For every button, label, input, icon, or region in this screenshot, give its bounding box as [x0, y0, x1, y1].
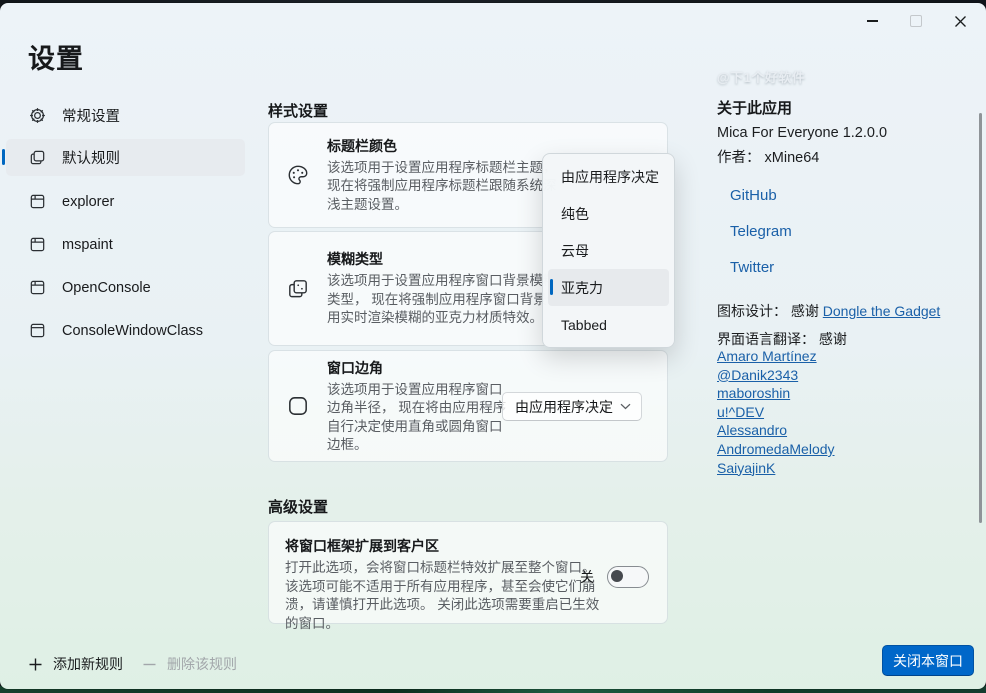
window-controls [850, 7, 982, 35]
minimize-button[interactable] [850, 7, 894, 35]
sidebar-item-label: 常规设置 [62, 105, 120, 126]
sidebar-item-general-settings[interactable]: 常规设置 [6, 97, 245, 134]
list-item: u!^DEV [717, 403, 835, 422]
close-window-label: 关闭本窗口 [893, 651, 963, 671]
extend-frame-toggle-group: 关 [580, 566, 649, 588]
card-title: 模糊类型 [327, 249, 564, 269]
selection-indicator [550, 279, 553, 295]
icon-design-prefix: 图标设计： 感谢 [717, 303, 823, 319]
card-description: 打开此选项，会将窗口标题栏特效扩展至整个窗口。该选项可能不适用于所有应用程序，甚… [285, 559, 607, 633]
dropdown-option-label: 云母 [561, 241, 589, 261]
plus-icon [28, 657, 43, 672]
list-item: Alessandro [717, 421, 835, 440]
close-window-button[interactable]: 关闭本窗口 [882, 645, 974, 676]
icon-design-credit: 图标设计： 感谢 Dongle the Gadget [717, 301, 940, 321]
app-window-icon [28, 192, 47, 211]
toggle-knob [611, 570, 623, 582]
github-link[interactable]: GitHub [730, 187, 777, 204]
maximize-icon [910, 15, 922, 27]
desktop-background: 设置 常规设置 默认规 [0, 0, 986, 693]
card-title: 将窗口框架扩展到客户区 [285, 536, 651, 556]
translators-list: Amaro Martínez @Danik2343 maboroshin u!^… [717, 347, 835, 477]
dropdown-option-mica[interactable]: 云母 [548, 232, 669, 269]
app-author: 作者： xMine64 [717, 146, 819, 167]
icon-designer-link[interactable]: Dongle the Gadget [823, 303, 941, 319]
extend-frame-toggle[interactable] [607, 566, 649, 588]
dropdown-option-label: 亚克力 [561, 278, 603, 298]
palette-icon [269, 163, 327, 187]
card-description: 该选项用于设置应用程序标题栏主题， 现在将强制应用程序标题栏跟随系统深浅主题设置… [327, 159, 564, 215]
sidebar-item-label: explorer [62, 194, 114, 210]
list-item: SaiyajinK [717, 459, 835, 478]
maximize-button [894, 7, 938, 35]
card-title: 标题栏颜色 [327, 136, 564, 156]
list-item: AndromedaMelody [717, 440, 835, 459]
add-rule-label: 添加新规则 [53, 654, 123, 674]
card-description: 该选项用于设置应用程序窗口边角半径， 现在将由应用程序自行决定使用直角或圆角窗口… [327, 381, 515, 455]
card-extend-frame: 将窗口框架扩展到客户区 打开此选项，会将窗口标题栏特效扩展至整个窗口。该选项可能… [268, 521, 668, 624]
dropdown-option-label: Tabbed [561, 317, 607, 333]
sidebar-item-openconsole[interactable]: OpenConsole [6, 269, 245, 306]
translator-link[interactable]: SaiyajinK [717, 460, 775, 476]
sidebar-item-label: mspaint [62, 237, 113, 253]
card-description: 该选项用于设置应用程序窗口背景模糊类型， 现在将强制应用程序窗口背景使用实时渲染… [327, 272, 564, 328]
add-rule-button[interactable]: 添加新规则 [28, 651, 123, 677]
delete-rule-button: 删除该规则 [142, 651, 237, 677]
gear-icon [28, 106, 47, 125]
dropdown-option-acrylic[interactable]: 亚克力 [548, 269, 669, 306]
watermark-text: @下1个好软件 [717, 67, 805, 86]
rounded-corner-icon [269, 394, 327, 418]
sidebar-item-label: 默认规则 [62, 147, 120, 168]
dropdown-option-solid[interactable]: 纯色 [548, 195, 669, 232]
toggle-state-label: 关 [580, 567, 594, 587]
card-title: 窗口边角 [327, 358, 515, 378]
app-window: 设置 常规设置 默认规 [0, 3, 986, 689]
about-heading: 关于此应用 [717, 97, 792, 118]
translator-link[interactable]: AndromedaMelody [717, 441, 835, 457]
advanced-section-heading: 高级设置 [268, 496, 328, 517]
dropdown-option-label: 纯色 [561, 204, 589, 224]
sidebar-item-explorer[interactable]: explorer [6, 183, 245, 220]
list-item: Amaro Martínez [717, 347, 835, 366]
style-section-heading: 样式设置 [268, 100, 328, 121]
chevron-down-icon [620, 403, 631, 410]
minimize-icon [867, 20, 878, 22]
dropdown-option-app-decides[interactable]: 由应用程序决定 [548, 158, 669, 195]
page-title: 设置 [28, 37, 84, 76]
card-window-corners: 窗口边角 该选项用于设置应用程序窗口边角半径， 现在将由应用程序自行决定使用直角… [268, 350, 668, 462]
list-item: @Danik2343 [717, 366, 835, 385]
sidebar-item-consolewindowclass[interactable]: ConsoleWindowClass [6, 312, 245, 349]
translation-heading: 界面语言翻译： 感谢 [717, 329, 847, 349]
selection-indicator [2, 149, 5, 165]
translator-link[interactable]: u!^DEV [717, 404, 764, 420]
twitter-link[interactable]: Twitter [730, 259, 774, 276]
close-button[interactable] [938, 7, 982, 35]
list-item: maboroshin [717, 384, 835, 403]
app-window-icon [28, 278, 47, 297]
dropdown-option-label: 由应用程序决定 [561, 167, 659, 187]
app-version: Mica For Everyone 1.2.0.0 [717, 125, 887, 141]
translator-link[interactable]: @Danik2343 [717, 367, 798, 383]
telegram-link[interactable]: Telegram [730, 223, 792, 240]
app-window-icon [28, 235, 47, 254]
translator-link[interactable]: maboroshin [717, 385, 790, 401]
titlebar-color-dropdown-flyout: 由应用程序决定 纯色 云母 亚克力 Tabbed [542, 153, 675, 348]
combobox-value: 由应用程序决定 [515, 397, 613, 417]
minus-icon [142, 657, 157, 672]
corner-preference-combobox[interactable]: 由应用程序决定 [502, 392, 642, 421]
copy-icon [28, 148, 47, 167]
close-icon [954, 15, 967, 28]
sidebar-item-default-rules[interactable]: 默认规则 [6, 139, 245, 176]
vertical-scrollbar-thumb[interactable] [979, 113, 982, 523]
dropdown-option-tabbed[interactable]: Tabbed [548, 306, 669, 343]
sidebar-item-label: ConsoleWindowClass [62, 323, 203, 339]
translator-link[interactable]: Amaro Martínez [717, 348, 817, 364]
sidebar-item-label: OpenConsole [62, 280, 151, 296]
blur-squares-icon [269, 277, 327, 301]
browser-window-icon [28, 321, 47, 340]
sidebar-item-mspaint[interactable]: mspaint [6, 226, 245, 263]
delete-rule-label: 删除该规则 [167, 654, 237, 674]
translator-link[interactable]: Alessandro [717, 422, 787, 438]
